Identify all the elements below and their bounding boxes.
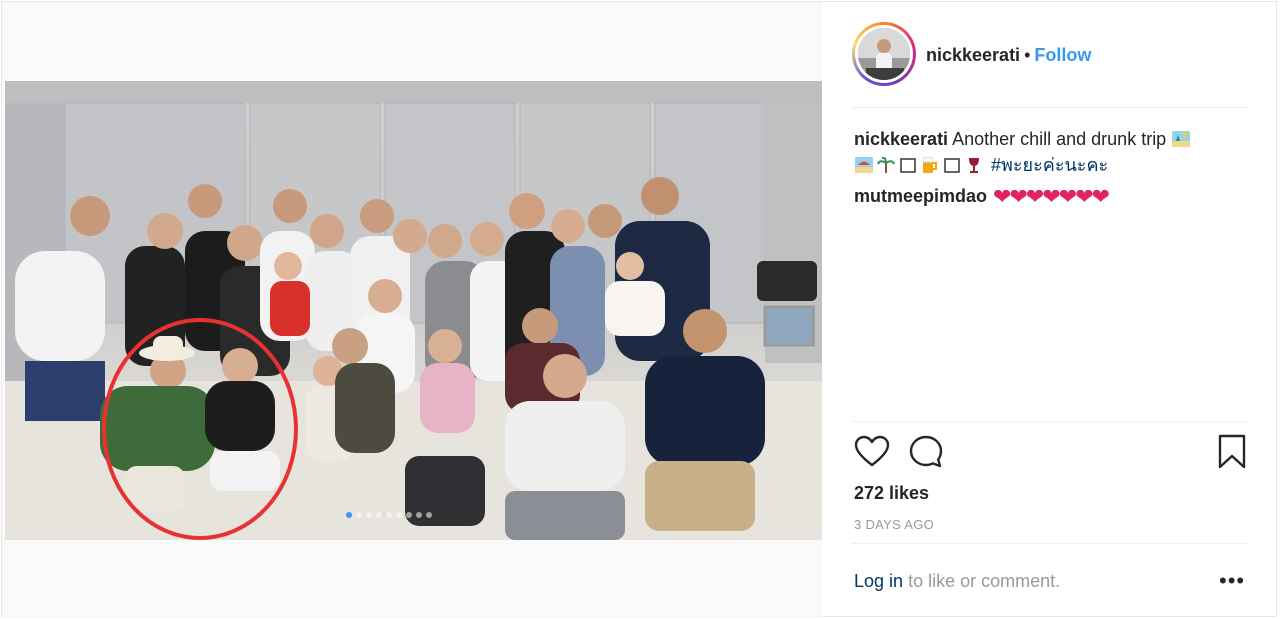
login-prompt-text: to like or comment.	[908, 571, 1061, 591]
post-header: nickkeerati • Follow	[852, 22, 1247, 108]
post-media	[2, 2, 822, 618]
comment-username[interactable]: mutmeepimdao	[854, 186, 987, 206]
header-separator: •	[1024, 45, 1031, 65]
carousel-dot[interactable]	[366, 512, 372, 518]
instagram-post: nickkeerati • Follow nickkeerati Another c…	[1, 1, 1278, 618]
like-heart-icon[interactable]	[854, 434, 890, 470]
group-photo-illustration	[5, 81, 822, 540]
likes-count[interactable]: 272 likes	[854, 483, 929, 504]
actions-divider	[852, 421, 1247, 422]
comment-bubble-icon[interactable]	[908, 434, 944, 470]
group-photo[interactable]	[5, 81, 822, 540]
follow-button[interactable]: Follow	[1034, 45, 1091, 65]
login-link[interactable]: Log in	[854, 571, 903, 591]
story-ring[interactable]	[852, 22, 916, 86]
post-caption: nickkeerati Another chill and drunk trip…	[854, 126, 1249, 178]
carousel-dot[interactable]	[406, 512, 412, 518]
carousel-indicator	[346, 512, 432, 518]
beach-emoji-icon	[855, 157, 873, 173]
bookmark-icon[interactable]	[1217, 434, 1247, 470]
avatar[interactable]	[858, 28, 910, 80]
carousel-dot[interactable]	[346, 512, 352, 518]
caption-hashtag[interactable]: #พะยะค่ะนะคะ	[991, 155, 1108, 175]
carousel-dot[interactable]	[416, 512, 422, 518]
palm-emoji-icon	[877, 156, 895, 173]
comment-hearts: ❤❤❤❤❤❤❤	[993, 184, 1110, 209]
header-username[interactable]: nickkeerati	[926, 45, 1020, 65]
carousel-dot[interactable]	[396, 512, 402, 518]
box-emoji-icon	[944, 158, 960, 173]
box-emoji-icon	[900, 158, 916, 173]
carousel-dot[interactable]	[426, 512, 432, 518]
caption-text: Another chill and drunk trip	[952, 129, 1167, 149]
avatar-image	[858, 28, 910, 80]
comment-item: mutmeepimdao ❤❤❤❤❤❤❤	[854, 183, 1110, 210]
wine-emoji-icon	[969, 158, 979, 173]
footer-divider	[852, 543, 1247, 544]
carousel-dot[interactable]	[386, 512, 392, 518]
carousel-dot[interactable]	[356, 512, 362, 518]
post-timestamp[interactable]: 3 DAYS AGO	[854, 517, 934, 532]
login-prompt: Log in to like or comment.	[854, 571, 1060, 592]
beer-emoji-icon	[922, 157, 937, 173]
more-options-button[interactable]: •••	[1219, 568, 1245, 594]
caption-username[interactable]: nickkeerati	[854, 129, 948, 149]
header-text: nickkeerati • Follow	[926, 45, 1091, 66]
beach-emoji-icon	[1172, 131, 1191, 147]
carousel-dot[interactable]	[376, 512, 382, 518]
post-side-panel: nickkeerati • Follow nickkeerati Another c…	[822, 2, 1278, 618]
